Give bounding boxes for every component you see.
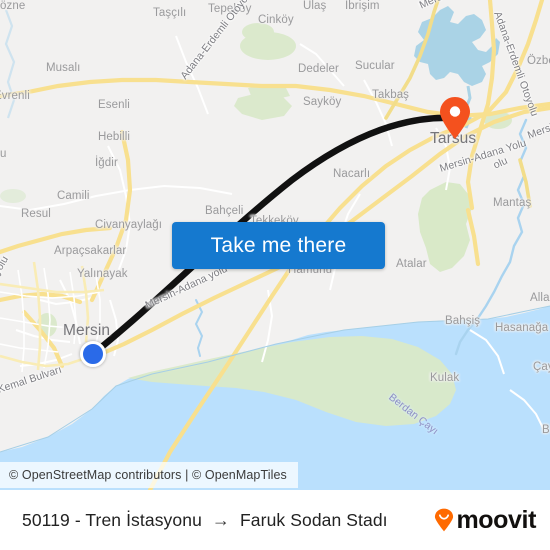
map-attribution[interactable]: © OpenStreetMap contributors | © OpenMap… (0, 462, 298, 488)
arrow-right-icon: → (211, 510, 231, 530)
map-canvas[interactable]: Mersin Tarsus özne Taşçılı Tepeköy Cinkö… (0, 0, 550, 490)
moovit-pin-glyph (435, 508, 454, 532)
moovit-wordmark: moovit (456, 505, 536, 534)
trip-destination-label: Faruk Sodan Stadı (240, 509, 388, 530)
map-pin-icon (440, 97, 470, 139)
take-me-there-button[interactable]: Take me there (172, 222, 385, 269)
trip-title: 50119 - Tren İstasyonu → Faruk Sodan Sta… (22, 510, 434, 531)
origin-marker[interactable] (80, 341, 106, 367)
destination-marker[interactable] (438, 96, 472, 140)
moovit-pin-icon (434, 508, 454, 532)
trip-origin-label: 50119 - Tren İstasyonu (22, 509, 202, 530)
trip-summary-bar: 50119 - Tren İstasyonu → Faruk Sodan Sta… (0, 490, 550, 550)
green-patch-2 (242, 23, 274, 41)
moovit-logo[interactable]: moovit (434, 505, 536, 534)
green-patch-7 (0, 189, 26, 203)
take-me-there-label: Take me there (210, 233, 347, 257)
moovit-trip-map-screen: Mersin Tarsus özne Taşçılı Tepeköy Cinkö… (0, 0, 550, 550)
attribution-text: © OpenStreetMap contributors | © OpenMap… (9, 468, 287, 482)
